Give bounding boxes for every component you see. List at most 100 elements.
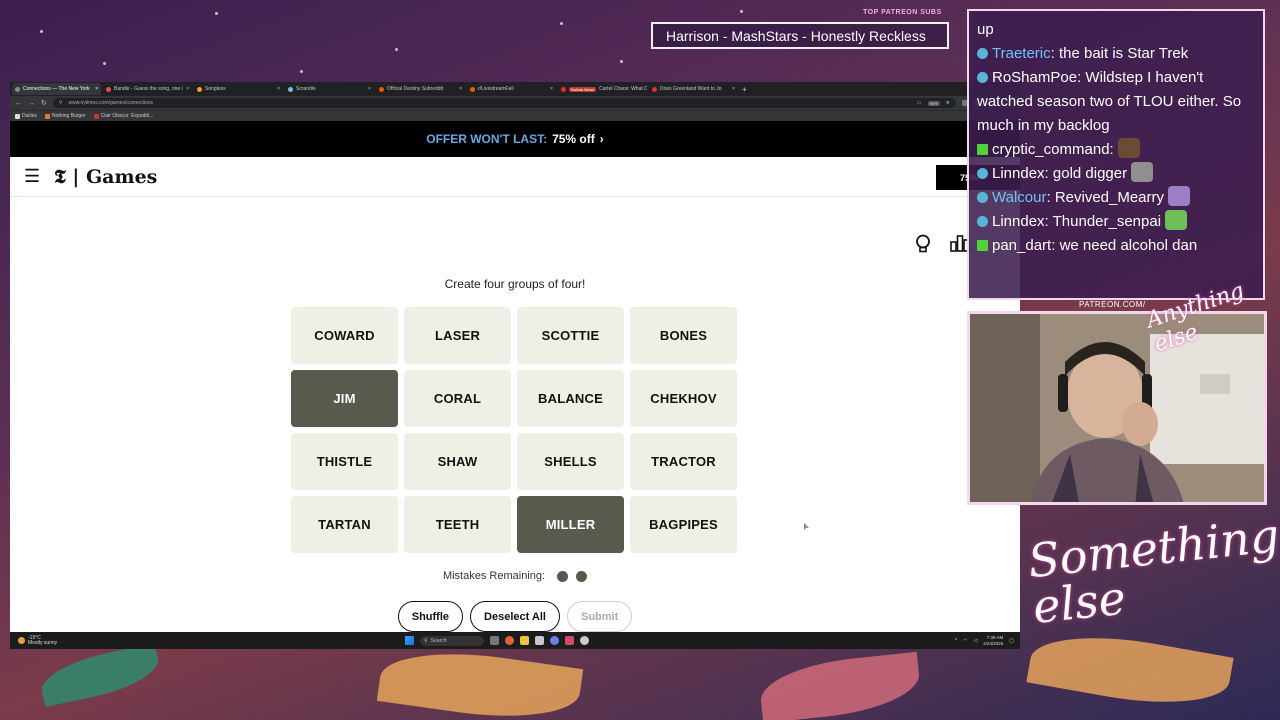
nyt-games-logo[interactable]: 𝕿 | Games <box>54 166 157 188</box>
weather-sun-icon <box>18 637 25 644</box>
bookmark-label: Clair Obscur: Expediti... <box>100 113 154 119</box>
windows-start-icon[interactable] <box>405 636 414 645</box>
back-icon[interactable]: ← <box>15 100 22 107</box>
browser-tab[interactable]: Does Greenland Want to Jo × <box>649 83 738 95</box>
hamburger-menu-icon[interactable]: ☰ <box>24 166 40 187</box>
mouse-cursor <box>804 523 809 530</box>
chat-username[interactable]: cryptic_command <box>992 141 1110 158</box>
tray-chevron-icon[interactable]: ^ <box>955 638 957 644</box>
word-card[interactable]: SHELLS <box>517 433 624 490</box>
taskbar-search[interactable]: ⚲ Search <box>420 635 484 646</box>
browser-app-icon[interactable] <box>505 636 514 645</box>
game-toolbar <box>914 234 970 254</box>
discord-icon[interactable] <box>550 636 559 645</box>
network-icon[interactable]: ◠ <box>963 638 967 644</box>
word-card[interactable]: MILLER <box>517 496 624 553</box>
tab-badge: Ballots News <box>569 86 597 92</box>
word-card[interactable]: BONES <box>630 307 737 364</box>
tab-close-icon[interactable]: × <box>732 86 735 92</box>
tab-label: Songless <box>205 86 226 92</box>
shuffle-button[interactable]: Shuffle <box>397 601 464 632</box>
chat-username[interactable]: Walcour <box>992 189 1046 206</box>
app-icon[interactable] <box>565 636 574 645</box>
background-leaf <box>37 642 163 708</box>
clock[interactable]: 7:39 AM 2/24/2026 <box>983 635 1003 647</box>
chat-username[interactable]: Linndex <box>992 213 1045 230</box>
chat-username[interactable]: pan_dart <box>992 237 1051 254</box>
tab-favicon-icon <box>561 86 566 92</box>
browser-tab[interactable]: Bandle - Guess the song, one i × <box>103 83 192 95</box>
word-card[interactable]: THISTLE <box>291 433 398 490</box>
webcam-feed <box>967 311 1267 505</box>
chat-badge-icon <box>977 216 988 227</box>
tab-close-icon[interactable]: × <box>277 86 280 92</box>
tab-favicon-icon <box>470 86 475 92</box>
site-info-icon[interactable]: ⚲ <box>59 100 63 106</box>
mistakes-remaining: Mistakes Remaining: <box>10 570 1020 582</box>
bookmark-item[interactable]: Dailies <box>15 113 37 119</box>
word-card[interactable]: TRACTOR <box>630 433 737 490</box>
browser-tab[interactable]: Ballots NewsCartel Chaos: What Comes Nex… <box>558 83 647 95</box>
browser-tab[interactable]: r/LivestreamFail × <box>467 83 556 95</box>
word-card[interactable]: LASER <box>404 307 511 364</box>
browser-window: Connections — The New York × Bandle - Gues… <box>10 82 1020 649</box>
url-field[interactable]: ⚲ www.nytimes.com/games/connections ▭ 90… <box>52 98 956 108</box>
chat-message: pan_dart: we need alcohol dan <box>977 234 1255 258</box>
tab-close-icon[interactable]: × <box>95 86 98 92</box>
tab-label: Cartel Chaos: What Comes Nex <box>599 86 647 92</box>
word-card[interactable]: BALANCE <box>517 370 624 427</box>
offer-deal: 75% off <box>552 132 595 146</box>
browser-tab[interactable]: Connections — The New York × <box>12 83 101 95</box>
tab-close-icon[interactable]: × <box>186 86 189 92</box>
browser-tab[interactable]: Songless × <box>194 83 283 95</box>
tab-label: r/LivestreamFail <box>478 86 514 92</box>
word-card[interactable]: SCOTTIE <box>517 307 624 364</box>
task-view-icon[interactable] <box>490 636 499 645</box>
chat-message: RoShamPoe: Wildstep I haven't watched se… <box>977 69 1242 134</box>
chat-username[interactable]: Traeteric <box>992 45 1051 62</box>
bookmark-star-icon[interactable]: ★ <box>946 100 950 106</box>
zoom-level[interactable]: 90% <box>927 100 940 106</box>
chat-badge-icon <box>977 192 988 203</box>
chat-badge-icon <box>977 48 988 59</box>
submit-button[interactable]: Submit <box>566 601 633 632</box>
word-card[interactable]: TEETH <box>404 496 511 553</box>
app-icon[interactable] <box>535 636 544 645</box>
chat-emote-icon <box>1131 162 1154 182</box>
word-card[interactable]: BAGPIPES <box>630 496 737 553</box>
patreon-subs-label: TOP PATREON SUBS <box>863 9 942 16</box>
hint-lightbulb-icon[interactable] <box>914 234 932 254</box>
offer-banner[interactable]: OFFER WON'T LAST: 75% off › <box>10 121 1020 157</box>
reload-icon[interactable]: ↻ <box>41 99 47 107</box>
weather-widget[interactable]: -15°C Mostly sunny <box>10 635 57 646</box>
bookmark-item[interactable]: Clair Obscur: Expediti... <box>93 113 154 119</box>
word-card[interactable]: TARTAN <box>291 496 398 553</box>
word-card[interactable]: CHEKHOV <box>630 370 737 427</box>
word-card[interactable]: JIM <box>291 370 398 427</box>
obs-icon[interactable] <box>580 636 589 645</box>
volume-icon[interactable]: ◁ <box>973 638 977 644</box>
file-explorer-icon[interactable] <box>520 636 529 645</box>
system-tray: ^ ◠ ◁ 7:39 AM 2/24/2026 ▢ <box>955 635 1014 647</box>
word-card[interactable]: SHAW <box>404 433 511 490</box>
browser-tab[interactable]: Scrandle × <box>285 83 374 95</box>
deselect-all-button[interactable]: Deselect All <box>470 601 560 632</box>
forward-icon[interactable]: → <box>28 100 35 107</box>
chevron-right-icon: › <box>599 132 604 146</box>
tab-label: Scrandle <box>296 86 316 92</box>
tab-close-icon[interactable]: × <box>459 86 462 92</box>
screencast-icon[interactable]: ▭ <box>917 100 922 106</box>
tab-close-icon[interactable]: × <box>368 86 371 92</box>
chat-badge-icon <box>977 168 988 179</box>
mistake-dot <box>576 570 588 582</box>
browser-tab[interactable]: Official Destiny Subreddit × <box>376 83 465 95</box>
word-card[interactable]: CORAL <box>404 370 511 427</box>
chat-username[interactable]: Linndex <box>992 165 1045 182</box>
chat-username[interactable]: RoShamPoe <box>992 69 1077 86</box>
chat-text: Thunder_senpai <box>1052 213 1162 230</box>
notification-icon[interactable]: ▢ <box>1009 638 1014 644</box>
tab-close-icon[interactable]: × <box>550 86 553 92</box>
bookmark-item[interactable]: Nothing Burger <box>45 113 86 119</box>
word-card[interactable]: COWARD <box>291 307 398 364</box>
new-tab-icon[interactable]: + <box>742 85 747 94</box>
